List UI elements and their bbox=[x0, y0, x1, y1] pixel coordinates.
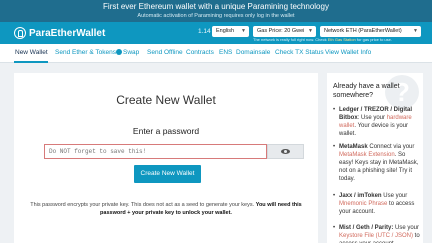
language-dropdown[interactable]: English ▼ bbox=[212, 26, 249, 37]
tab-send-ether-tokens[interactable]: Send Ether & Tokens bbox=[55, 49, 116, 56]
app-header: ParaEtherWallet 1.14 English ▼ Gas Price… bbox=[0, 22, 432, 44]
eye-icon bbox=[281, 149, 290, 154]
logo-icon bbox=[14, 27, 26, 39]
metamask-link[interactable]: MetaMask Extension bbox=[339, 152, 395, 158]
mnemonic-link[interactable]: Mnemonic Phrase bbox=[339, 201, 387, 207]
swap-icon bbox=[116, 49, 122, 55]
main-nav: New Wallet Send Ether & Tokens Swap Send… bbox=[0, 44, 432, 63]
tab-domainsale[interactable]: Domainsale bbox=[236, 49, 270, 56]
network-value: Network ETH (ParaEtherWallet) bbox=[324, 28, 402, 34]
tab-swap[interactable]: Swap bbox=[116, 49, 139, 56]
banner-subline: Automatic activation of Paramining requi… bbox=[137, 13, 295, 19]
banner-headline: First ever Ethereum wallet with a unique… bbox=[103, 2, 329, 11]
chevron-down-icon: ▼ bbox=[308, 28, 313, 34]
language-value: English bbox=[216, 28, 235, 34]
tab-new-wallet[interactable]: New Wallet bbox=[15, 49, 48, 56]
logo-text: ParaEtherWallet bbox=[29, 27, 106, 39]
create-wallet-panel: Create New Wallet Enter a password Creat… bbox=[14, 73, 318, 243]
gas-hint: The network is really full right now. Ch… bbox=[253, 37, 392, 42]
sidebar-item-mist: Mist / Geth / Parity: Use your Keystore … bbox=[333, 224, 421, 243]
eth-gas-station-link[interactable]: Eth Gas Station bbox=[328, 37, 356, 42]
sidebar-item-metamask: MetaMask Connect via your MetaMask Exten… bbox=[333, 143, 421, 183]
chevron-down-icon: ▼ bbox=[413, 28, 418, 34]
keystore-link[interactable]: Keystore File (UTC / JSON) bbox=[339, 233, 413, 239]
password-label: Enter a password bbox=[132, 126, 200, 136]
page-title: Create New Wallet bbox=[116, 93, 216, 107]
create-wallet-button[interactable]: Create New Wallet bbox=[134, 165, 201, 183]
chevron-down-icon: ▼ bbox=[241, 28, 246, 34]
sidebar-item-hardware: Ledger / TREZOR / Digital Bitbox: Use yo… bbox=[333, 106, 421, 138]
active-tab-indicator bbox=[14, 61, 48, 63]
show-password-button[interactable] bbox=[267, 144, 304, 159]
password-input[interactable] bbox=[44, 144, 267, 159]
tab-send-offline[interactable]: Send Offline bbox=[147, 49, 183, 56]
password-note: This password encrypts your private key.… bbox=[30, 202, 302, 216]
version-label: 1.14 bbox=[198, 28, 211, 35]
gas-price-dropdown[interactable]: Gas Price: 20 Gwei ▼ bbox=[253, 26, 316, 37]
tab-view-wallet-info[interactable]: View Wallet Info bbox=[325, 49, 371, 56]
gas-price-value: Gas Price: 20 Gwei bbox=[257, 28, 305, 34]
sidebar: ? Already have a wallet somewhere? Ledge… bbox=[327, 73, 423, 243]
logo[interactable]: ParaEtherWallet bbox=[14, 26, 105, 40]
network-dropdown[interactable]: Network ETH (ParaEtherWallet) ▼ bbox=[320, 26, 421, 37]
sidebar-title: Already have a wallet somewhere? bbox=[333, 83, 400, 99]
tab-check-tx-status[interactable]: Check TX Status bbox=[275, 49, 324, 56]
promo-banner: First ever Ethereum wallet with a unique… bbox=[0, 0, 432, 22]
tab-ens[interactable]: ENS bbox=[219, 49, 232, 56]
sidebar-item-jaxx: Jaxx / imToken Use your Mnemonic Phrase … bbox=[333, 192, 421, 216]
tab-contracts[interactable]: Contracts bbox=[186, 49, 214, 56]
